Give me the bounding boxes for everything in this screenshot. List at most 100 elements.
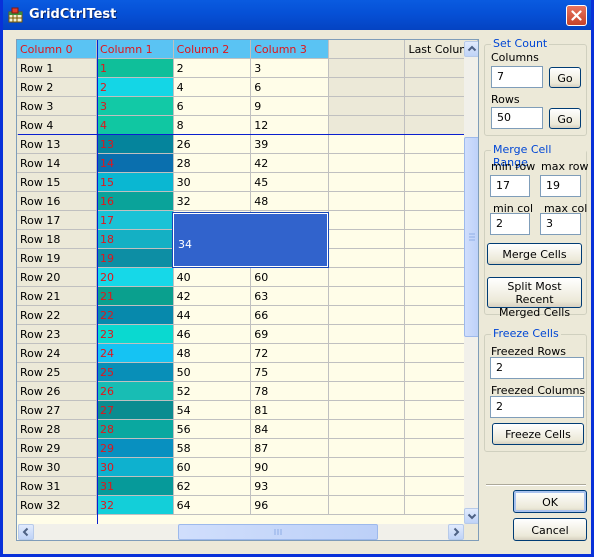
row-header-cell[interactable]: Row 20 bbox=[17, 267, 98, 287]
grid-cell[interactable]: 93 bbox=[250, 476, 329, 496]
grid-cell[interactable]: 60 bbox=[250, 267, 329, 287]
row-header-cell[interactable]: Row 32 bbox=[17, 495, 98, 515]
grid-cell[interactable]: 17 bbox=[96, 210, 174, 230]
grid-cell[interactable]: 64 bbox=[173, 495, 252, 515]
max-col-field[interactable]: 3 bbox=[540, 213, 581, 235]
grid-cell[interactable]: 84 bbox=[250, 419, 329, 439]
horizontal-scrollbar[interactable] bbox=[18, 524, 464, 540]
grid-cell[interactable]: 22 bbox=[96, 305, 174, 325]
scroll-left-button[interactable] bbox=[18, 524, 34, 540]
row-header-cell[interactable]: Row 17 bbox=[17, 210, 98, 230]
grid-cell[interactable] bbox=[328, 96, 406, 116]
grid-cell[interactable]: 20 bbox=[96, 267, 174, 287]
grid-cell[interactable]: 69 bbox=[250, 324, 329, 344]
grid-cell[interactable]: 24 bbox=[96, 343, 174, 363]
grid-cell[interactable]: 31 bbox=[96, 476, 174, 496]
grid-cell[interactable] bbox=[328, 77, 406, 97]
max-row-field[interactable]: 19 bbox=[540, 175, 581, 197]
grid-cell[interactable]: 25 bbox=[96, 362, 174, 382]
grid-cell[interactable]: 6 bbox=[250, 77, 329, 97]
grid-cell[interactable]: 32 bbox=[173, 191, 252, 211]
grid-cell[interactable] bbox=[328, 419, 406, 439]
row-header-cell[interactable]: Row 22 bbox=[17, 305, 98, 325]
grid-cell[interactable]: 66 bbox=[250, 305, 329, 325]
grid-cell[interactable]: 4 bbox=[173, 77, 252, 97]
row-header-cell[interactable]: Row 3 bbox=[17, 96, 98, 116]
grid-cell[interactable]: 19 bbox=[96, 248, 174, 268]
row-header-cell[interactable]: Row 15 bbox=[17, 172, 98, 192]
freezed-columns-field[interactable]: 2 bbox=[490, 396, 584, 418]
grid-cell[interactable] bbox=[328, 495, 406, 515]
grid-cell[interactable]: 9 bbox=[250, 96, 329, 116]
close-button[interactable] bbox=[566, 5, 587, 26]
row-header-cell[interactable]: Row 14 bbox=[17, 153, 98, 173]
grid-cell[interactable]: 16 bbox=[96, 191, 174, 211]
grid-cell[interactable]: 3 bbox=[250, 58, 329, 78]
row-header-cell[interactable]: Row 29 bbox=[17, 438, 98, 458]
grid-cell[interactable]: 26 bbox=[96, 381, 174, 401]
grid-cell[interactable] bbox=[328, 286, 406, 306]
grid-cell[interactable]: 60 bbox=[173, 457, 252, 477]
grid-cell[interactable]: 29 bbox=[96, 438, 174, 458]
min-col-field[interactable]: 2 bbox=[490, 213, 530, 235]
grid-cell[interactable] bbox=[328, 229, 406, 249]
grid-cell[interactable] bbox=[328, 134, 406, 154]
cancel-button[interactable]: Cancel bbox=[513, 518, 587, 541]
grid-cell[interactable]: 63 bbox=[250, 286, 329, 306]
grid-cell[interactable] bbox=[328, 362, 406, 382]
grid-cell[interactable]: 23 bbox=[96, 324, 174, 344]
grid-cell[interactable]: 40 bbox=[173, 267, 252, 287]
grid-cell[interactable] bbox=[328, 400, 406, 420]
row-header-cell[interactable]: Row 26 bbox=[17, 381, 98, 401]
grid-cell[interactable]: 44 bbox=[173, 305, 252, 325]
grid-control[interactable]: Column 0 Column 1 Column 2 Column 3 Last… bbox=[16, 39, 479, 541]
grid-cell[interactable] bbox=[328, 191, 406, 211]
columns-count-field[interactable]: 7 bbox=[491, 66, 543, 88]
grid-cell[interactable]: 30 bbox=[173, 172, 252, 192]
row-header-cell[interactable]: Row 19 bbox=[17, 248, 98, 268]
row-header-cell[interactable]: Row 2 bbox=[17, 77, 98, 97]
scroll-right-button[interactable] bbox=[448, 524, 464, 540]
grid-cell[interactable]: 54 bbox=[173, 400, 252, 420]
grid-cell[interactable]: 58 bbox=[173, 438, 252, 458]
grid-cell[interactable] bbox=[328, 248, 406, 268]
rows-count-field[interactable]: 50 bbox=[491, 107, 543, 129]
row-header-cell[interactable]: Row 16 bbox=[17, 191, 98, 211]
grid-cell[interactable]: 96 bbox=[250, 495, 329, 515]
grid-cell[interactable]: 8 bbox=[173, 115, 252, 135]
row-header-cell[interactable]: Row 24 bbox=[17, 343, 98, 363]
column-header[interactable]: Column 3 bbox=[250, 40, 329, 59]
grid-cell[interactable]: 90 bbox=[250, 457, 329, 477]
grid-cell[interactable]: 14 bbox=[96, 153, 174, 173]
grid-cell[interactable]: 42 bbox=[250, 153, 329, 173]
scroll-up-button[interactable] bbox=[464, 41, 478, 57]
grid-cell[interactable]: 75 bbox=[250, 362, 329, 382]
grid-cell[interactable] bbox=[328, 476, 406, 496]
row-header-cell[interactable]: Row 27 bbox=[17, 400, 98, 420]
grid-cell[interactable]: 6 bbox=[173, 96, 252, 116]
column-header[interactable]: Column 1 bbox=[96, 40, 174, 59]
row-header-cell[interactable]: Row 13 bbox=[17, 134, 98, 154]
grid-cell[interactable]: 32 bbox=[96, 495, 174, 515]
grid-cell[interactable] bbox=[328, 172, 406, 192]
go-columns-button[interactable]: Go bbox=[549, 67, 581, 88]
row-header-cell[interactable]: Row 4 bbox=[17, 115, 98, 135]
grid-cell[interactable]: 30 bbox=[96, 457, 174, 477]
ok-button[interactable]: OK bbox=[513, 490, 587, 513]
vertical-scrollbar[interactable] bbox=[464, 41, 478, 524]
grid-cell[interactable]: 3 bbox=[96, 96, 174, 116]
grid-cell[interactable]: 28 bbox=[96, 419, 174, 439]
grid-cell[interactable] bbox=[328, 457, 406, 477]
column-header[interactable]: Column 2 bbox=[173, 40, 252, 59]
grid-cell[interactable]: 26 bbox=[173, 134, 252, 154]
grid-cell[interactable]: 62 bbox=[173, 476, 252, 496]
min-row-field[interactable]: 17 bbox=[490, 175, 530, 197]
row-header-cell[interactable]: Row 18 bbox=[17, 229, 98, 249]
row-header-cell[interactable]: Row 1 bbox=[17, 58, 98, 78]
row-header-cell[interactable]: Row 25 bbox=[17, 362, 98, 382]
grid-cell[interactable]: 81 bbox=[250, 400, 329, 420]
grid-cell[interactable] bbox=[328, 267, 406, 287]
grid-cell[interactable]: 48 bbox=[173, 343, 252, 363]
title-bar[interactable]: GridCtrlTest bbox=[3, 0, 591, 30]
grid-cell[interactable] bbox=[328, 115, 406, 135]
